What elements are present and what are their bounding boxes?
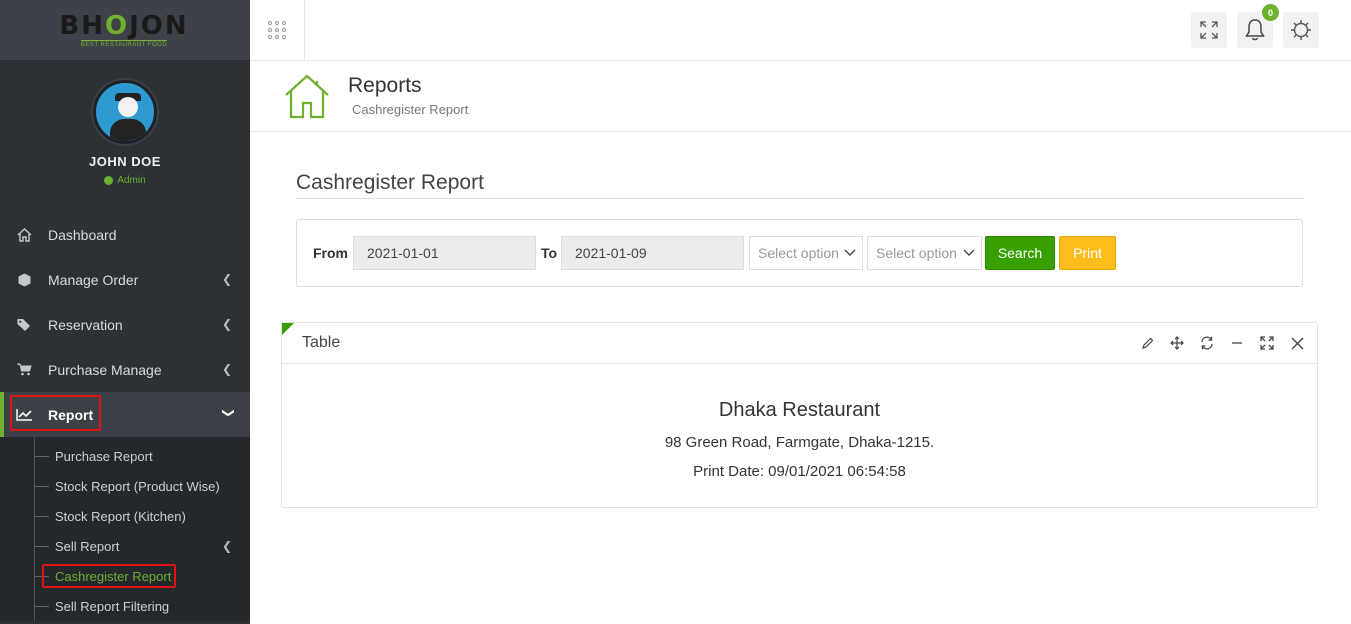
tags-icon: [15, 318, 33, 332]
sidebar-item-label: Reservation: [48, 316, 123, 333]
pencil-icon[interactable]: [1139, 335, 1155, 351]
grid-icon: [268, 21, 286, 39]
cube-icon: [15, 273, 33, 287]
sidebar-item-label: Purchase Manage: [48, 361, 162, 378]
panel-header: Table: [282, 323, 1317, 364]
profile-role: Admin: [0, 175, 250, 186]
submenu-item-sell-report-filtering[interactable]: Sell Report Filtering: [0, 591, 250, 621]
submenu-item-purchase-report[interactable]: Purchase Report: [0, 441, 250, 471]
submenu-item-label: Stock Report (Kitchen): [55, 508, 186, 524]
expand-icon: [1200, 21, 1218, 39]
logo-tagline: BEST RESTAURANT FOOD: [80, 39, 168, 48]
submenu-item-cashregister-report[interactable]: Cashregister Report: [0, 561, 250, 591]
select-option-1[interactable]: Select option: [749, 236, 863, 270]
select-placeholder: Select option: [758, 245, 839, 261]
to-label: To: [541, 245, 558, 261]
user-profile: JOHN DOE Admin: [0, 80, 250, 186]
chevron-left-icon: ❮: [221, 539, 232, 553]
chevron-left-icon: ❮: [221, 317, 232, 331]
sidebar-item-dashboard[interactable]: Dashboard: [0, 212, 250, 257]
sidebar-item-label: Dashboard: [48, 226, 117, 243]
from-label: From: [313, 245, 348, 261]
search-button[interactable]: Search: [985, 236, 1055, 270]
close-icon[interactable]: [1289, 335, 1305, 351]
submenu-item-label: Sell Report Filtering: [55, 598, 170, 614]
chevron-down-icon: [963, 249, 975, 256]
sidebar-item-report[interactable]: Report ❮: [0, 392, 250, 437]
page-header: Reports Cashregister Report: [250, 61, 1351, 132]
home-icon: [15, 227, 33, 242]
to-date-value: 2021-01-09: [575, 245, 647, 261]
from-date-value: 2021-01-01: [367, 245, 439, 261]
refresh-icon[interactable]: [1199, 335, 1215, 351]
profile-role-label: Admin: [117, 175, 146, 186]
bell-icon: [1245, 19, 1265, 41]
avatar[interactable]: [93, 80, 157, 144]
table-panel: Table Dhaka Restaurant 98 Green Road, Fa…: [281, 322, 1318, 508]
panel-tools: [1139, 335, 1305, 351]
submenu-item-label: Stock Report (Product Wise): [55, 478, 220, 494]
filter-panel: From 2021-01-01 To 2021-01-09 Select opt…: [296, 219, 1303, 287]
select-placeholder: Select option: [876, 245, 957, 261]
breadcrumb: Cashregister Report: [352, 102, 469, 117]
chevron-down-icon: ❮: [219, 407, 234, 419]
app-grid-button[interactable]: [250, 0, 305, 60]
chevron-left-icon: ❮: [221, 362, 232, 376]
section-divider: [296, 198, 1303, 199]
print-date: Print Date: 09/01/2021 06:54:58: [693, 463, 906, 480]
report-highlight-box: [10, 395, 101, 431]
select-option-2[interactable]: Select option: [867, 236, 982, 270]
notification-count-badge: 0: [1262, 4, 1279, 21]
online-status-icon: [104, 176, 114, 185]
submenu-item-label: Purchase Report: [55, 448, 153, 464]
to-date-input[interactable]: 2021-01-09: [561, 236, 744, 270]
home-icon: [284, 73, 330, 124]
restaurant-name: Dhaka Restaurant: [718, 399, 881, 421]
minimize-icon[interactable]: [1229, 335, 1245, 351]
logo[interactable]: BHOJON BEST RESTAURANT FOOD: [59, 13, 188, 48]
chevron-left-icon: ❮: [221, 272, 232, 286]
logo-text-post: JON: [129, 10, 189, 41]
logo-bar: BHOJON BEST RESTAURANT FOOD: [0, 0, 250, 60]
page-title: Reports: [348, 74, 422, 97]
panel-title: Table: [302, 334, 341, 351]
cart-icon: [15, 363, 33, 376]
fullscreen-button[interactable]: [1191, 12, 1227, 48]
expand-icon[interactable]: [1259, 335, 1275, 351]
submenu-item-stock-report-product[interactable]: Stock Report (Product Wise): [0, 471, 250, 501]
gear-icon: [1291, 20, 1311, 40]
logo-text-pre: BH: [59, 10, 105, 41]
sidebar-item-purchase-manage[interactable]: Purchase Manage ❮: [0, 347, 250, 392]
sidebar-item-label: Manage Order: [48, 271, 139, 288]
top-bar: 0: [250, 0, 1351, 61]
move-icon[interactable]: [1169, 335, 1185, 351]
sidebar-item-manage-order[interactable]: Manage Order ❮: [0, 257, 250, 302]
print-button[interactable]: Print: [1059, 236, 1116, 270]
notifications-button[interactable]: 0: [1237, 4, 1279, 48]
submenu-item-sell-report[interactable]: Sell Report ❮: [0, 531, 250, 561]
settings-button[interactable]: [1283, 12, 1319, 48]
submenu-item-label: Sell Report: [55, 538, 120, 554]
section-title: Cashregister Report: [296, 171, 484, 194]
logo-text-o: O: [104, 10, 130, 41]
chevron-down-icon: [844, 249, 856, 256]
sidebar: BHOJON BEST RESTAURANT FOOD JOHN DOE Adm…: [0, 0, 250, 624]
profile-name: JOHN DOE: [89, 154, 161, 169]
restaurant-address: 98 Green Road, Farmgate, Dhaka-1215.: [664, 434, 935, 451]
sidebar-item-reservation[interactable]: Reservation ❮: [0, 302, 250, 347]
submenu-item-stock-report-kitchen[interactable]: Stock Report (Kitchen): [0, 501, 250, 531]
report-submenu: Purchase Report Stock Report (Product Wi…: [0, 437, 250, 621]
sidebar-menu: Dashboard Manage Order ❮ Reservation ❮ P…: [0, 212, 250, 621]
from-date-input[interactable]: 2021-01-01: [353, 236, 536, 270]
cashregister-highlight-box: [42, 564, 176, 588]
